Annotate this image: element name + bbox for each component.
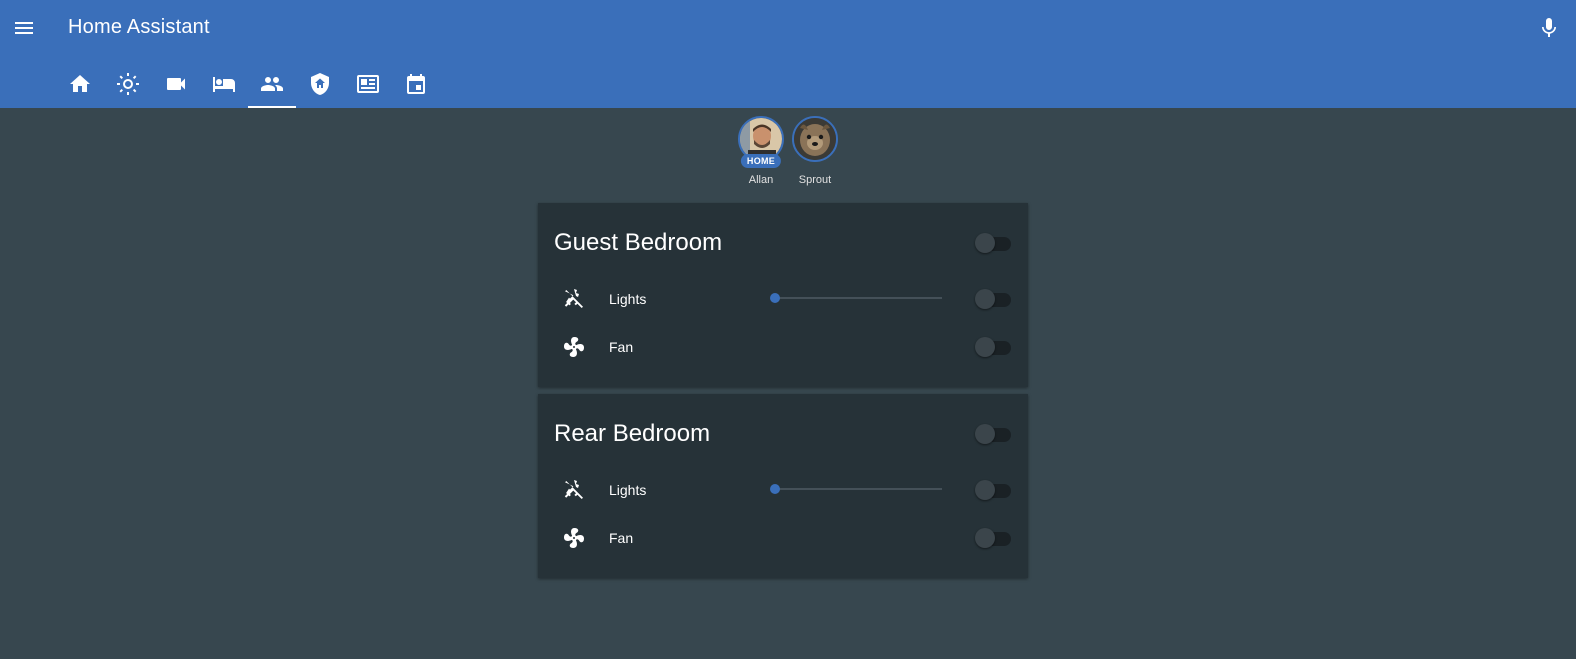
app-header: Home Assistant — [0, 0, 1576, 108]
weather-sunny-icon — [117, 73, 139, 95]
tab-weather[interactable] — [104, 60, 152, 108]
fan-icon[interactable] — [562, 526, 586, 550]
tab-people[interactable] — [248, 60, 296, 108]
entity-name: Lights — [609, 291, 647, 307]
lightbulb-off-icon[interactable] — [562, 478, 586, 502]
entity-toggle[interactable] — [975, 337, 1011, 357]
menu-icon[interactable] — [12, 16, 36, 40]
tab-news[interactable] — [344, 60, 392, 108]
person-badge-sprout[interactable]: Sprout — [792, 116, 838, 186]
person-name: Sprout — [798, 174, 832, 186]
card-title: Guest Bedroom — [554, 229, 723, 256]
lightbulb-off-icon[interactable] — [562, 287, 586, 311]
tab-home[interactable] — [56, 60, 104, 108]
entity-name: Fan — [609, 530, 634, 546]
entity-toggle[interactable] — [975, 480, 1011, 500]
slider-thumb[interactable] — [770, 293, 780, 303]
fan-icon[interactable] — [562, 335, 586, 359]
entity-name: Fan — [609, 339, 634, 355]
entities-card-guest-bedroom: Guest Bedroom Lights Fan — [538, 203, 1028, 387]
brightness-slider[interactable] — [770, 483, 942, 495]
tab-security[interactable] — [296, 60, 344, 108]
card-title: Rear Bedroom — [554, 420, 711, 447]
person-state-badge: HOME — [740, 154, 782, 168]
avatar — [792, 116, 838, 162]
home-icon — [70, 75, 90, 92]
person-badge-allan[interactable]: HOME Allan — [738, 116, 784, 186]
slider-thumb[interactable] — [770, 484, 780, 494]
app-title: Home Assistant — [68, 16, 210, 38]
view-tabs — [56, 60, 440, 108]
entity-toggle[interactable] — [975, 289, 1011, 309]
calendar-icon — [407, 74, 425, 94]
bed-icon — [213, 77, 235, 92]
person-badges: HOME Allan Sprout — [0, 116, 1576, 186]
tab-cameras[interactable] — [152, 60, 200, 108]
entity-name: Lights — [609, 482, 647, 498]
brightness-slider[interactable] — [770, 292, 942, 304]
entities-card-rear-bedroom: Rear Bedroom Lights Fan — [538, 394, 1028, 578]
entity-toggle[interactable] — [975, 528, 1011, 548]
card-toggle[interactable] — [975, 233, 1011, 253]
newspaper-icon — [357, 75, 379, 93]
account-group-icon — [261, 77, 283, 91]
person-name: Allan — [748, 174, 774, 186]
tab-bedrooms[interactable] — [200, 60, 248, 108]
card-toggle[interactable] — [975, 424, 1011, 444]
tab-calendar[interactable] — [392, 60, 440, 108]
shield-home-icon — [311, 73, 329, 95]
video-camera-icon — [167, 78, 185, 90]
microphone-icon[interactable] — [1537, 16, 1561, 40]
